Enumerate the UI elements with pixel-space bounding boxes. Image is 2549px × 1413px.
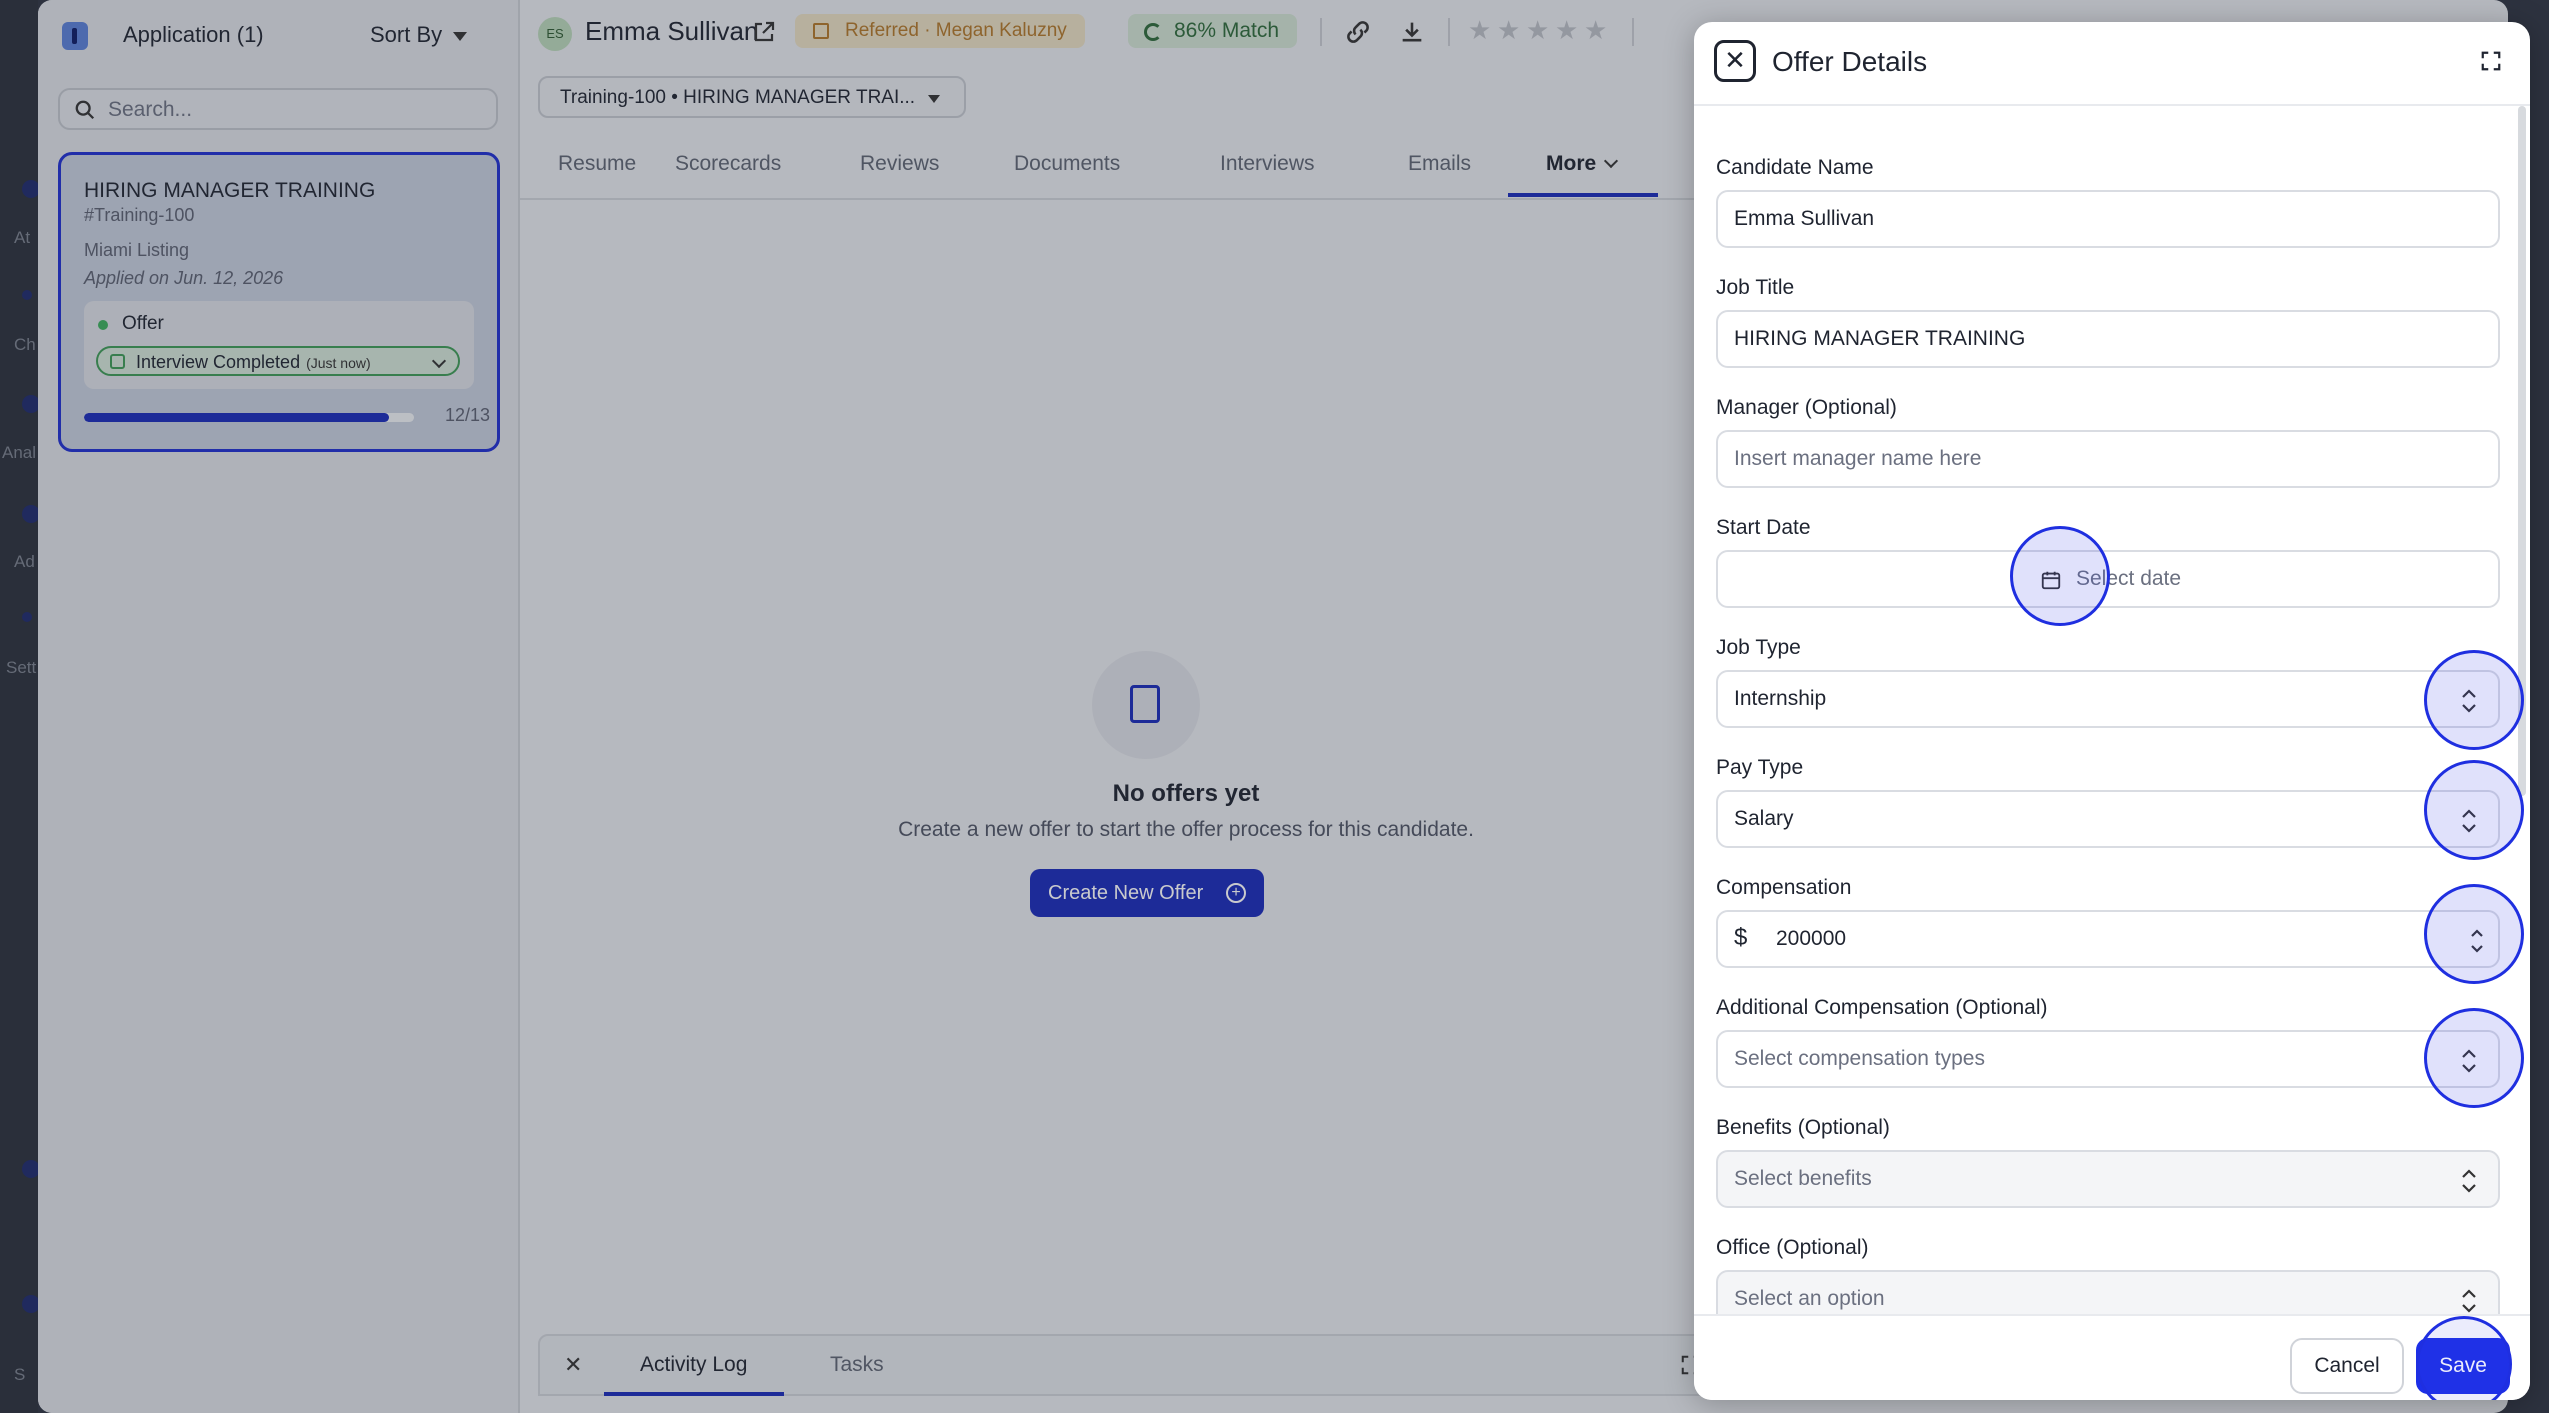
- highlight-ring: [2424, 760, 2524, 860]
- start-date-label: Start Date: [1716, 516, 1811, 539]
- benefits-label: Benefits (Optional): [1716, 1116, 1890, 1139]
- office-placeholder: Select an option: [1734, 1287, 1885, 1310]
- modal-title: Offer Details: [1772, 46, 1928, 77]
- pay-type-value: Salary: [1734, 807, 1794, 830]
- office-label: Office (Optional): [1716, 1236, 1869, 1259]
- compensation-label: Compensation: [1716, 876, 1852, 899]
- additional-compensation-label: Additional Compensation (Optional): [1716, 996, 2048, 1019]
- manager-label: Manager (Optional): [1716, 396, 1897, 419]
- modal-header: ✕ Offer Details: [1694, 22, 2530, 106]
- job-title-input[interactable]: HIRING MANAGER TRAINING: [1716, 310, 2500, 368]
- job-type-select[interactable]: Internship: [1716, 670, 2500, 728]
- job-type-value: Internship: [1734, 687, 1827, 710]
- cancel-button[interactable]: Cancel: [2290, 1338, 2404, 1394]
- job-title-value: HIRING MANAGER TRAINING: [1734, 327, 2026, 350]
- chevron-up-down-icon: [2462, 1169, 2476, 1193]
- highlight-ring: [2424, 1008, 2524, 1108]
- close-button[interactable]: ✕: [1714, 40, 1756, 82]
- benefits-select[interactable]: Select benefits: [1716, 1150, 2500, 1208]
- offer-details-modal: ✕ Offer Details Candidate Name Emma Sull…: [1694, 22, 2530, 1400]
- compensation-input[interactable]: $ 200000: [1716, 910, 2500, 968]
- currency-symbol: $: [1734, 924, 1748, 951]
- chevron-up-down-icon: [2462, 1289, 2476, 1313]
- modal-footer: Cancel Save: [1694, 1314, 2530, 1400]
- additional-compensation-placeholder: Select compensation types: [1734, 1047, 1985, 1070]
- manager-input[interactable]: Insert manager name here: [1716, 430, 2500, 488]
- highlight-ring: [2424, 650, 2524, 750]
- highlight-ring: [2416, 1316, 2512, 1400]
- manager-placeholder: Insert manager name here: [1734, 447, 1982, 470]
- additional-compensation-select[interactable]: Select compensation types: [1716, 1030, 2500, 1088]
- pay-type-label: Pay Type: [1716, 756, 1804, 779]
- offer-form: Candidate Name Emma Sullivan Job Title H…: [1694, 106, 2530, 1314]
- candidate-name-label: Candidate Name: [1716, 156, 1874, 179]
- close-icon: ✕: [1724, 45, 1746, 75]
- candidate-name-input[interactable]: Emma Sullivan: [1716, 190, 2500, 248]
- job-title-label: Job Title: [1716, 276, 1795, 299]
- highlight-ring: [2424, 884, 2524, 984]
- expand-icon[interactable]: [2480, 50, 2502, 72]
- candidate-name-value: Emma Sullivan: [1734, 207, 1875, 230]
- office-select[interactable]: Select an option: [1716, 1270, 2500, 1314]
- benefits-placeholder: Select benefits: [1734, 1167, 1872, 1190]
- pay-type-select[interactable]: Salary: [1716, 790, 2500, 848]
- highlight-ring: [2010, 526, 2110, 626]
- job-type-label: Job Type: [1716, 636, 1801, 659]
- compensation-value: 200000: [1776, 927, 1847, 950]
